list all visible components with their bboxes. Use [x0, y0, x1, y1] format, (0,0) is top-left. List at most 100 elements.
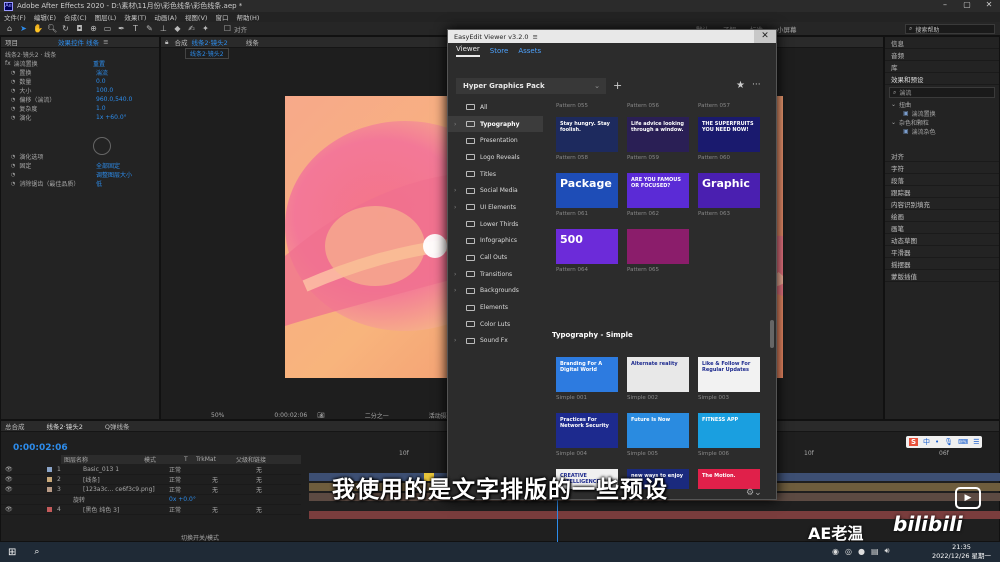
- toggle-switches-modes[interactable]: 切换开关/模式: [181, 533, 219, 542]
- category-item[interactable]: › UI Elements: [448, 199, 543, 216]
- category-item[interactable]: All: [448, 99, 543, 116]
- timeline-tab[interactable]: 线条2·镜头2: [47, 421, 83, 431]
- preset-thumbnail[interactable]: Life advice looking through a window.: [627, 117, 689, 152]
- windows-start-icon[interactable]: ⊞: [8, 547, 16, 558]
- timeline-tab[interactable]: Q弹线条: [105, 421, 130, 431]
- pan-behind-tool-icon[interactable]: ⊕: [89, 24, 98, 33]
- category-item[interactable]: Color Luts: [448, 316, 543, 333]
- category-item[interactable]: Elements: [448, 299, 543, 316]
- timeline-column-header[interactable]: TrkMat: [193, 456, 233, 463]
- tray-icon[interactable]: ◎: [845, 547, 852, 556]
- timeline-column-header[interactable]: 模式: [141, 455, 181, 464]
- category-item[interactable]: Presentation: [448, 132, 543, 149]
- effect-property-row[interactable]: ◔ 数量 0.0: [1, 77, 159, 86]
- minimize-button[interactable]: –: [934, 0, 956, 12]
- zoom-tool-icon[interactable]: 🔍︎: [47, 24, 57, 33]
- selection-tool-icon[interactable]: ➤: [19, 24, 28, 33]
- close-window-button[interactable]: ✕: [978, 0, 1000, 12]
- property-value[interactable]: 低: [96, 179, 102, 188]
- ime-mode-icon[interactable]: 中: [923, 437, 930, 447]
- star-icon[interactable]: ★: [736, 80, 745, 91]
- stopwatch-icon[interactable]: ◔: [11, 88, 15, 94]
- add-icon[interactable]: +: [613, 79, 622, 92]
- right-panel-tab[interactable]: 绘画: [885, 210, 999, 222]
- zoom-level[interactable]: 50%: [211, 412, 224, 419]
- network-icon[interactable]: ▤: [871, 547, 879, 556]
- stopwatch-icon[interactable]: ◔: [11, 97, 15, 103]
- type-tool-icon[interactable]: T: [131, 24, 140, 33]
- rotate-tool-icon[interactable]: ↻: [61, 24, 70, 33]
- category-item[interactable]: Titles: [448, 166, 543, 183]
- volume-icon[interactable]: 🔊︎: [885, 546, 890, 556]
- viewer-timecode[interactable]: 0:00:02:06: [274, 412, 307, 419]
- stopwatch-icon[interactable]: ◔: [11, 106, 15, 112]
- property-value[interactable]: 0.0: [96, 78, 106, 85]
- menu-item[interactable]: 帮助(H): [236, 12, 259, 22]
- pack-dropdown[interactable]: Hyper Graphics Pack ⌄: [456, 78, 606, 94]
- parent-link-select[interactable]: 无: [256, 505, 262, 514]
- right-panel-tab[interactable]: 画笔: [885, 222, 999, 234]
- label-color-swatch[interactable]: [47, 507, 52, 512]
- taskbar-search-icon[interactable]: ⌕: [34, 547, 39, 557]
- roto-tool-icon[interactable]: ✍: [187, 24, 196, 33]
- right-panel-tab[interactable]: 蒙版插值: [885, 270, 999, 282]
- taskbar-date[interactable]: 2022/12/26 星期一: [932, 552, 991, 561]
- menu-item[interactable]: 效果(T): [124, 12, 146, 22]
- ime-mic-icon[interactable]: 🎙︎: [944, 438, 953, 446]
- property-value[interactable]: 调整图层大小: [96, 170, 132, 179]
- hand-tool-icon[interactable]: ✋: [33, 24, 43, 33]
- tab-project[interactable]: 项目: [5, 37, 18, 47]
- property-value[interactable]: 湍流: [96, 68, 108, 77]
- timeline-timecode[interactable]: 0:00:02:06: [13, 443, 68, 453]
- property-value[interactable]: 全部固定: [96, 161, 120, 170]
- effect-category[interactable]: ⌄ 杂色和颗粒: [891, 118, 999, 127]
- ime-toolbar[interactable]: S 中 • 🎙︎ ⌨ ☰: [906, 436, 983, 448]
- menu-item[interactable]: 窗口: [215, 12, 228, 22]
- right-panel-tab[interactable]: 信息: [885, 37, 999, 49]
- preset-thumbnail[interactable]: Future Is Now: [627, 413, 689, 448]
- stopwatch-icon[interactable]: ◔: [11, 181, 15, 187]
- evolution-dial[interactable]: [93, 137, 111, 155]
- camera-tool-icon[interactable]: ◘: [75, 24, 84, 33]
- effect-property-row[interactable]: ◔ 大小 100.0: [1, 86, 159, 95]
- menu-item[interactable]: 动画(A): [154, 12, 177, 22]
- preset-thumbnail[interactable]: Stay hungry. Stay foolish.: [556, 117, 618, 152]
- effect-property-row[interactable]: ◔ 复杂度 1.0: [1, 104, 159, 113]
- menu-item[interactable]: 编辑(E): [34, 12, 56, 22]
- category-item[interactable]: › Typography: [448, 115, 543, 133]
- track-matte-select[interactable]: 无: [212, 505, 218, 514]
- right-panel-tab[interactable]: 摇摆器: [885, 258, 999, 270]
- category-item[interactable]: › Backgrounds: [448, 283, 543, 300]
- preset-thumbnail[interactable]: Graphic: [698, 173, 760, 208]
- pen-tool-icon[interactable]: ✒: [117, 24, 126, 33]
- effect-property-row[interactable]: ◔ 演化 1x +60.0°: [1, 113, 159, 122]
- effect-property-row[interactable]: ◔ 置换 湍流: [1, 68, 159, 78]
- category-item[interactable]: › Transitions: [448, 266, 543, 283]
- menu-item[interactable]: 文件(F): [4, 12, 26, 22]
- preset-thumbnail[interactable]: THE SUPERFRUITS YOU NEED NOW!: [698, 117, 760, 152]
- timeline-column-header[interactable]: 父级和链接: [233, 455, 293, 464]
- category-item[interactable]: › Sound Fx: [448, 333, 543, 350]
- tray-icon[interactable]: ◉: [832, 547, 839, 556]
- stopwatch-icon[interactable]: ◔: [11, 172, 15, 178]
- comp-tab-label[interactable]: 合成: [174, 37, 187, 47]
- puppet-tool-icon[interactable]: ✦: [201, 24, 210, 33]
- ime-keyboard-icon[interactable]: ⌨: [958, 438, 968, 446]
- menu-item[interactable]: 视图(V): [185, 12, 208, 22]
- ime-punct-icon[interactable]: •: [935, 438, 939, 446]
- panel-menu-icon[interactable]: ≡: [103, 38, 108, 46]
- layer-row[interactable]: 👁︎ 4 [黑色 纯色 3] 正常 无 无: [1, 505, 301, 515]
- effect-property-row[interactable]: ◔ 固定 全部固定: [1, 161, 159, 171]
- lock-icon[interactable]: 🔒︎: [165, 38, 168, 47]
- effect-category[interactable]: ⌄ 扭曲: [891, 100, 999, 109]
- comp-breadcrumb[interactable]: 线条2·镜头2: [185, 48, 229, 59]
- preset-thumbnail[interactable]: Practices For Network Security: [556, 413, 618, 448]
- stopwatch-icon[interactable]: ◔: [11, 70, 15, 76]
- stopwatch-icon[interactable]: ◔: [11, 115, 15, 121]
- effects-search-input[interactable]: 湍流: [899, 88, 911, 97]
- layer-tab-name[interactable]: 线条: [246, 37, 259, 47]
- preset-thumbnail[interactable]: FITNESS APP: [698, 413, 760, 448]
- preset-thumbnail[interactable]: [627, 229, 689, 264]
- ime-menu-icon[interactable]: ☰: [973, 438, 979, 446]
- effect-preset-item[interactable]: ▣ 湍流杂色: [891, 127, 999, 136]
